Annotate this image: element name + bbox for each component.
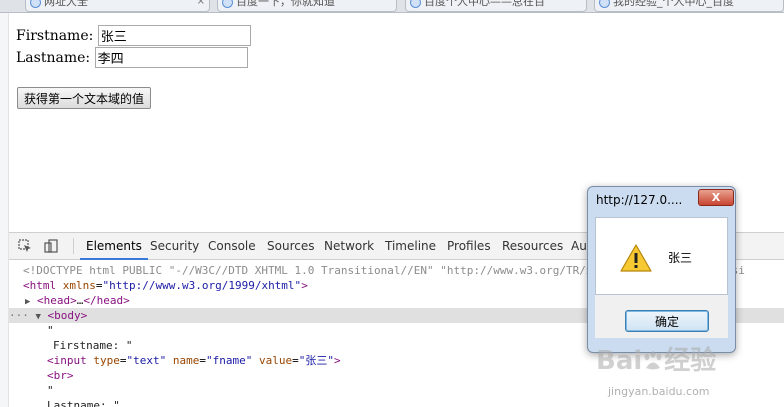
baidu-paw-icon xyxy=(644,351,662,370)
br-tag: <br> xyxy=(47,369,74,382)
watermark-brand-left: Bai xyxy=(596,346,643,376)
value-value: "张三" xyxy=(298,354,334,367)
browser-tab-3[interactable]: 百度个人中心——总在百 xyxy=(405,0,587,12)
type-value: "text" xyxy=(126,354,167,367)
head-tag: <head> xyxy=(37,294,77,307)
text-node-firstname: Firstname: " xyxy=(53,339,133,352)
name-attr: name xyxy=(172,354,200,367)
selected-node-dots: ··· xyxy=(9,309,29,322)
firstname-input[interactable] xyxy=(97,25,251,46)
alert-title: http://127.0.... xyxy=(596,193,683,207)
collapse-triangle-icon[interactable]: ▼ xyxy=(36,312,41,322)
head-close-tag: </head> xyxy=(83,294,130,307)
tab-profiles[interactable]: Profiles xyxy=(447,233,491,260)
device-mode-icon[interactable] xyxy=(44,239,58,253)
baidu-watermark: Bai 经验 xyxy=(596,340,716,377)
input-tag-close: > xyxy=(333,354,341,367)
type-attr: type xyxy=(93,354,120,367)
dom-line-lastname-text[interactable]: Lastname: " xyxy=(9,398,784,407)
warning-icon xyxy=(620,244,652,272)
html-tag-close: > xyxy=(301,279,308,292)
browser-tab-2[interactable]: 百度一下，你就知道 xyxy=(217,0,397,12)
browser-tab-1[interactable]: 网址大全 × xyxy=(25,0,210,12)
lastname-row: Lastname: xyxy=(16,47,248,68)
text-node-quote: " xyxy=(47,384,54,397)
browser-tab-label: 百度个人中心——总在百 xyxy=(424,0,545,8)
text-node-lastname: Lastname: " xyxy=(47,399,120,407)
toolbar-separator xyxy=(73,238,74,254)
xmlns-attr: xmlns xyxy=(62,279,96,292)
text-node-quote: " xyxy=(47,324,54,337)
watermark-url: jingyan.baidu.com xyxy=(608,385,710,398)
tab-favicon-icon xyxy=(222,0,233,8)
alert-close-button[interactable]: X xyxy=(698,189,734,206)
alert-dialog: http://127.0.... X 张三 确定 xyxy=(587,186,736,353)
alert-ok-button[interactable]: 确定 xyxy=(625,310,709,332)
xmlns-value: "http://www.w3.org/1999/xhtml" xyxy=(102,279,302,292)
tab-close-icon[interactable]: × xyxy=(197,0,205,10)
browser-tab-label: 我的经验_个人中心_百度 xyxy=(613,0,734,8)
lastname-label: Lastname: xyxy=(16,49,91,66)
browser-tab-label: 百度一下，你就知道 xyxy=(236,0,335,8)
browser-tab-strip: 网址大全 × 百度一下，你就知道 百度个人中心——总在百 我的经验_个人中心_百… xyxy=(0,0,784,13)
body-tag: <body> xyxy=(47,309,88,322)
inspect-element-icon[interactable] xyxy=(18,239,32,253)
window-left-edge xyxy=(0,13,9,407)
tab-favicon-icon xyxy=(599,0,610,8)
tab-sources[interactable]: Sources xyxy=(267,233,314,260)
tab-favicon-icon xyxy=(410,0,421,8)
watermark-brand-right: 经验 xyxy=(664,346,717,376)
html-tag: <html xyxy=(23,279,57,292)
firstname-label: Firstname: xyxy=(16,27,94,44)
get-first-field-value-button[interactable]: 获得第一个文本域的值 xyxy=(17,87,152,109)
lastname-input[interactable] xyxy=(94,47,248,68)
tab-resources[interactable]: Resources xyxy=(502,233,563,260)
value-attr: value xyxy=(258,354,293,367)
tab-audits[interactable]: Au xyxy=(571,233,587,260)
tab-security[interactable]: Security xyxy=(150,233,199,260)
tab-timeline[interactable]: Timeline xyxy=(385,233,436,260)
alert-body: 张三 xyxy=(595,217,728,295)
alert-footer: 确定 xyxy=(595,295,728,338)
alert-message: 张三 xyxy=(668,251,693,265)
tab-elements[interactable]: Elements xyxy=(80,233,148,260)
tab-network[interactable]: Network xyxy=(324,233,374,260)
name-value: "fname" xyxy=(206,354,253,367)
tab-favicon-icon xyxy=(30,0,41,8)
firstname-row: Firstname: xyxy=(16,25,251,46)
browser-tab-4[interactable]: 我的经验_个人中心_百度 xyxy=(594,0,784,12)
expand-triangle-icon[interactable]: ▶ xyxy=(25,297,30,307)
tab-console[interactable]: Console xyxy=(208,233,256,260)
browser-tab-label: 网址大全 xyxy=(44,0,88,8)
input-tag: <input xyxy=(47,354,87,367)
